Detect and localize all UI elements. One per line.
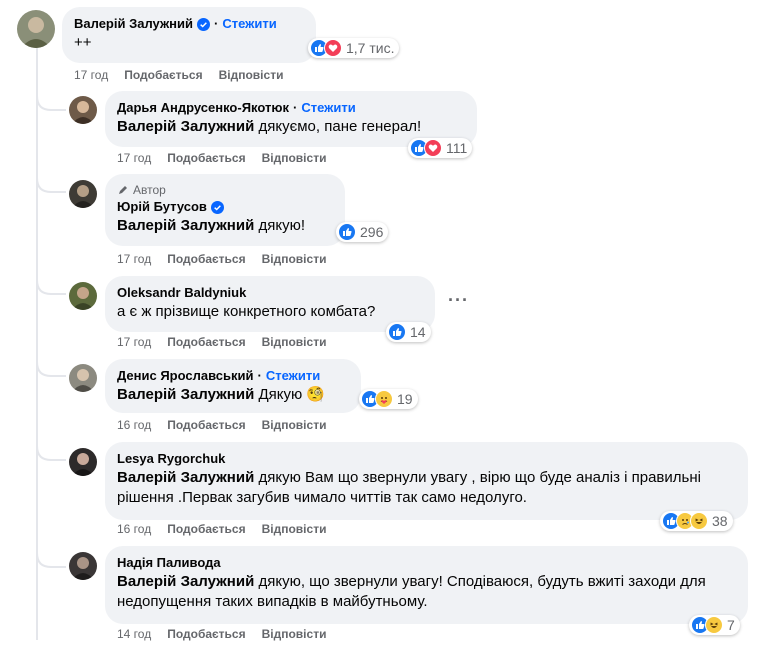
reaction-summary[interactable]: 38 bbox=[660, 511, 733, 531]
reaction-count: 38 bbox=[712, 513, 728, 529]
avatar[interactable] bbox=[69, 180, 97, 208]
comment-text: Валерій Залужний дякую Вам що звернули у… bbox=[117, 468, 736, 508]
reaction-count: 14 bbox=[410, 324, 426, 340]
comment-text: а є ж прізвище конкретного комбата? bbox=[117, 303, 376, 320]
like-button[interactable]: Подобається bbox=[167, 522, 245, 536]
mention-tag[interactable]: Валерій Залужний bbox=[117, 217, 254, 234]
comment-bubble: Надія Паливода Валерій Залужний дякую, щ… bbox=[105, 546, 748, 624]
separator-dot: · bbox=[292, 100, 298, 115]
like-button[interactable]: Подобається bbox=[167, 335, 245, 349]
comment-time[interactable]: 17 год bbox=[117, 151, 151, 165]
like-button[interactable]: Подобається bbox=[124, 68, 202, 82]
reaction-summary[interactable]: 111 bbox=[408, 138, 473, 158]
comment-actions: 17 год Подобається Відповісти bbox=[117, 150, 342, 166]
like-button[interactable]: Подобається bbox=[167, 418, 245, 432]
avatar[interactable] bbox=[69, 552, 97, 580]
reaction-count: 296 bbox=[360, 224, 384, 240]
author-badge: Автор bbox=[117, 182, 333, 198]
comment-bubble: Автор Юрій Бутусов Валерій Залужний дяку… bbox=[105, 174, 345, 246]
comment-body: дякую! bbox=[254, 217, 306, 234]
comment-actions: 14 год Подобається Відповісти bbox=[117, 626, 342, 642]
mention-tag[interactable]: Валерій Залужний bbox=[117, 118, 254, 135]
commenter-name[interactable]: Валерій Залужний bbox=[74, 15, 193, 33]
comment-actions: 17 год Подобається Відповісти bbox=[117, 334, 342, 350]
follow-button[interactable]: Стежити bbox=[266, 367, 320, 385]
reply-button[interactable]: Відповісти bbox=[262, 252, 327, 266]
comment-body: Дякую 🧐 bbox=[254, 386, 326, 403]
follow-button[interactable]: Стежити bbox=[222, 15, 276, 33]
reaction-summary[interactable]: 1,7 тис. bbox=[308, 38, 400, 58]
pen-icon bbox=[119, 186, 127, 194]
reply-button[interactable]: Відповісти bbox=[262, 418, 327, 432]
mention-tag[interactable]: Валерій Залужний bbox=[117, 573, 254, 590]
verified-badge-icon bbox=[197, 17, 210, 31]
like-button[interactable]: Подобається bbox=[167, 627, 245, 641]
avatar[interactable] bbox=[69, 96, 97, 124]
more-options-icon[interactable]: ··· bbox=[448, 290, 469, 311]
reaction-count: 19 bbox=[397, 391, 413, 407]
commenter-name[interactable]: Надія Паливода bbox=[117, 554, 221, 572]
comment-time[interactable]: 14 год bbox=[117, 627, 151, 641]
reaction-summary[interactable]: 14 bbox=[386, 322, 431, 342]
separator-dot: · bbox=[214, 16, 219, 31]
reaction-summary[interactable]: 7 bbox=[689, 615, 740, 635]
commenter-name[interactable]: Lesya Rygorchuk bbox=[117, 450, 225, 468]
reaction-summary[interactable]: 19 bbox=[359, 389, 418, 409]
comment-text: Валерій Залужний Дякую 🧐 bbox=[117, 385, 349, 405]
separator-dot: · bbox=[257, 368, 262, 383]
like-reaction-icon bbox=[388, 323, 406, 341]
comment-text: Валерій Залужний дякую, що звернули уваг… bbox=[117, 572, 736, 612]
comment-time[interactable]: 16 год bbox=[117, 522, 151, 536]
commenter-name[interactable]: Юрій Бутусов bbox=[117, 198, 207, 216]
comment-text: ++ bbox=[74, 34, 92, 51]
reaction-count: 1,7 тис. bbox=[346, 40, 395, 56]
like-reaction-icon bbox=[338, 223, 356, 241]
comment-bubble: Денис Ярославський · Стежити Валерій Зал… bbox=[105, 359, 361, 413]
follow-button[interactable]: Стежити bbox=[301, 99, 355, 117]
reply-button[interactable]: Відповісти bbox=[262, 151, 327, 165]
care-reaction-icon bbox=[375, 390, 393, 408]
comment-time[interactable]: 17 год bbox=[117, 252, 151, 266]
avatar[interactable] bbox=[69, 282, 97, 310]
haha-reaction-icon bbox=[690, 512, 708, 530]
mention-tag[interactable]: Валерій Залужний bbox=[117, 386, 254, 403]
love-reaction-icon bbox=[324, 39, 342, 57]
verified-badge-icon bbox=[210, 200, 224, 214]
avatar[interactable] bbox=[17, 10, 55, 48]
reaction-count: 7 bbox=[727, 617, 735, 633]
like-button[interactable]: Подобається bbox=[167, 151, 245, 165]
commenter-name[interactable]: Дарья Андрусенко-Якотюк bbox=[117, 99, 289, 117]
reply-button[interactable]: Відповісти bbox=[262, 335, 327, 349]
reply-button[interactable]: Відповісти bbox=[219, 68, 284, 82]
comment-bubble: Валерій Залужний · Стежити ++ bbox=[62, 7, 316, 63]
commenter-name[interactable]: Денис Ярославський bbox=[117, 367, 254, 385]
love-reaction-icon bbox=[424, 139, 442, 157]
commenter-name[interactable]: Oleksandr Baldyniuk bbox=[117, 284, 246, 302]
comment-actions: 17 год Подобається Відповісти bbox=[117, 251, 342, 267]
reaction-count: 111 bbox=[446, 140, 468, 156]
mention-tag[interactable]: Валерій Залужний bbox=[117, 469, 254, 486]
comment-actions: 17 год Подобається Відповісти bbox=[74, 67, 299, 83]
avatar[interactable] bbox=[69, 364, 97, 392]
reaction-summary[interactable]: 296 bbox=[336, 222, 389, 242]
reply-button[interactable]: Відповісти bbox=[262, 627, 327, 641]
reply-button[interactable]: Відповісти bbox=[262, 522, 327, 536]
comment-body: дякуємо, пане генерал! bbox=[254, 118, 422, 135]
comment-time[interactable]: 16 год bbox=[117, 418, 151, 432]
author-badge-label: Автор bbox=[133, 183, 166, 197]
haha-reaction-icon bbox=[705, 616, 723, 634]
comment-actions: 16 год Подобається Відповісти bbox=[117, 521, 342, 537]
comment-bubble: Oleksandr Baldyniuk а є ж прізвище конкр… bbox=[105, 276, 435, 332]
comment-actions: 16 год Подобається Відповісти bbox=[117, 417, 342, 433]
avatar[interactable] bbox=[69, 448, 97, 476]
like-button[interactable]: Подобається bbox=[167, 252, 245, 266]
comment-time[interactable]: 17 год bbox=[117, 335, 151, 349]
comment-text: Валерій Залужний дякуємо, пане генерал! bbox=[117, 117, 465, 137]
comment-bubble: Lesya Rygorchuk Валерій Залужний дякую В… bbox=[105, 442, 748, 520]
comment-time[interactable]: 17 год bbox=[74, 68, 108, 82]
comment-text: Валерій Залужний дякую! bbox=[117, 216, 333, 236]
